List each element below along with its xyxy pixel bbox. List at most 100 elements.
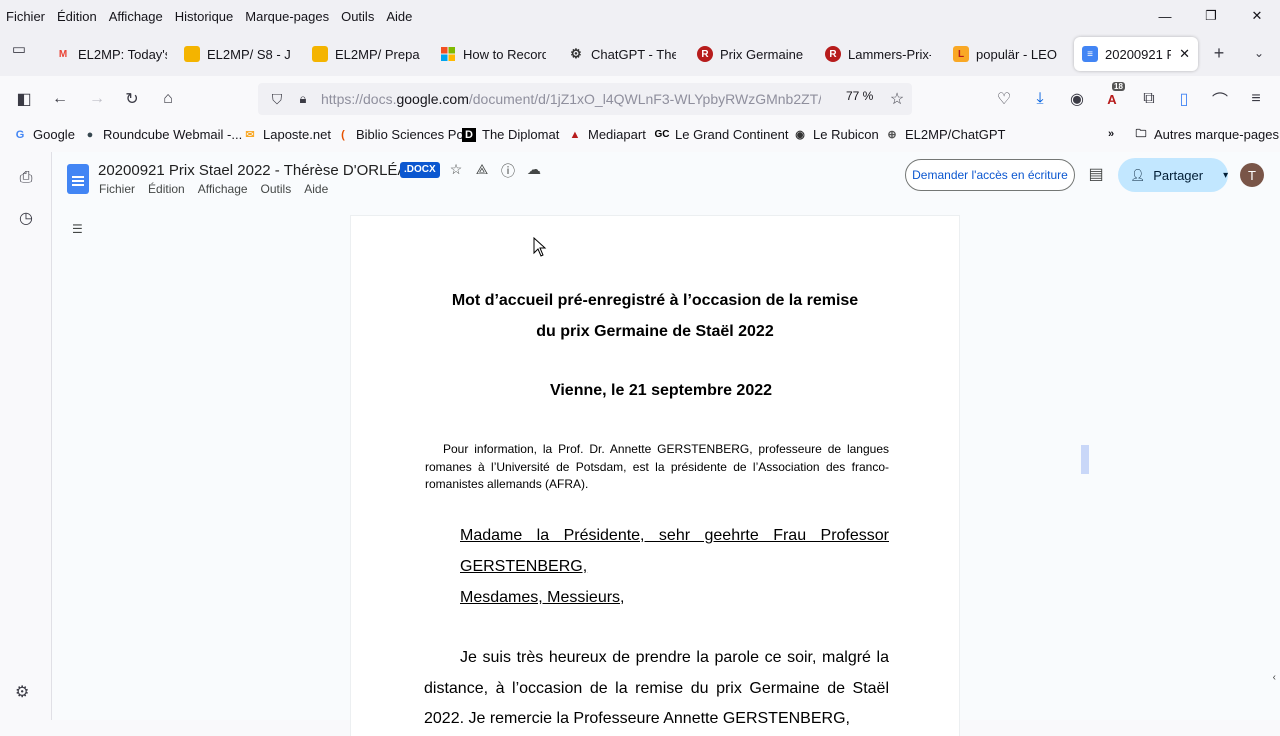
gmail-icon: M (58, 48, 68, 60)
dropdown-arrow-icon[interactable]: ▾ (1223, 170, 1228, 181)
reload-icon[interactable]: ↻ (121, 88, 143, 110)
docs-logo-icon[interactable] (67, 164, 89, 194)
close-window-icon[interactable]: ✕ (1234, 0, 1280, 32)
docs-menu-aide[interactable]: Aide (304, 182, 328, 196)
menu-aide[interactable]: Aide (380, 9, 418, 24)
address-bar[interactable]: ⛉ 🔒︎ https://docs.google.com/document/d/… (258, 83, 912, 115)
site-r-icon: R (697, 46, 713, 62)
history-icon[interactable]: ◷ (14, 206, 38, 230)
extension-asp-icon[interactable]: A 18 (1101, 82, 1125, 110)
download-icon[interactable]: ⤓ (1029, 88, 1051, 110)
google-icon: G (15, 128, 25, 141)
slides-icon (184, 46, 200, 62)
browser-sidebar: ⎙ ◷ ⚙ (0, 152, 52, 720)
extensions-icon[interactable]: ⧉ (1138, 88, 1160, 110)
tab-leo[interactable]: L populär - LEO : (953, 37, 1057, 71)
avatar[interactable]: T (1240, 163, 1264, 187)
docs-menu-outils[interactable]: Outils (261, 182, 292, 196)
star-icon[interactable]: ☆ (448, 161, 464, 181)
menu-edition[interactable]: Édition (51, 9, 103, 24)
date-line: Vienne, le 21 septembre 2022 (549, 382, 773, 399)
tab-how-to-record[interactable]: How to Record (440, 37, 546, 71)
tab-chatgpt[interactable]: ⚙ ChatGPT - The (568, 37, 676, 71)
bookmark-sciencespo[interactable]: (Biblio Sciences Po (336, 127, 464, 142)
comment-icon[interactable]: ▤ (1086, 164, 1106, 184)
shield-icon[interactable]: ⛉ (266, 88, 288, 110)
chevron-down-icon[interactable]: ⌄ (1248, 42, 1270, 64)
synced-tabs-icon[interactable]: ⎙ (14, 166, 38, 190)
drive-icon[interactable]: ⟁ (474, 161, 490, 181)
bookmark-laposte[interactable]: ✉ Laposte.net (243, 127, 331, 142)
sidebar-toggle-icon[interactable]: ◧ (13, 88, 35, 110)
nav-toolbar: ◧ ← → ↻ ⌂ ⛉ 🔒︎ https://docs.google.com/d… (0, 76, 1280, 122)
new-tab-icon[interactable]: + (1208, 42, 1230, 64)
bookmark-roundcube[interactable]: ● Roundcube Webmail -... (83, 127, 243, 142)
tab-gmail[interactable]: M EL2MP: Today's (55, 37, 167, 71)
lock-icon[interactable]: 🔒︎ (292, 88, 314, 110)
tab-lammers[interactable]: R Lammers-Prix-C (825, 37, 931, 71)
docs-menu-affichage[interactable]: Affichage (198, 182, 248, 196)
scroll-arrow-icon[interactable]: ‹ (1273, 672, 1276, 683)
cloud-icon[interactable]: ☁ (526, 161, 542, 181)
zoom-level[interactable]: 77 % (846, 89, 873, 103)
request-edit-access-button[interactable]: Demander l'accès en écriture (905, 159, 1075, 191)
bookmark-google[interactable]: G Google (13, 127, 75, 142)
bookmark-other-folder[interactable]: 🗀︎ Autres marque-pages (1134, 127, 1280, 142)
docs-extension-icon[interactable]: ▯ (1173, 88, 1195, 110)
tab-overview-icon[interactable]: ▭ (8, 38, 30, 60)
menu-outils[interactable]: Outils (335, 9, 380, 24)
tab-prix-germaine[interactable]: R Prix Germaine d (697, 37, 805, 71)
document-title[interactable]: 20200921 Prix Stael 2022 - Thérèse D'ORL… (98, 162, 428, 179)
minimize-icon[interactable]: — (1142, 0, 1188, 32)
docs-icon: ≡ (1082, 46, 1098, 62)
app-menubar: Fichier Édition Affichage Historique Mar… (0, 0, 1280, 32)
bookmark-rubicon[interactable]: ◉ Le Rubicon (793, 127, 879, 142)
account-icon[interactable]: ◉ (1066, 88, 1088, 110)
mouse-cursor-icon (533, 237, 547, 257)
bookmark-diplomat[interactable]: D The Diplomat (462, 127, 559, 142)
bookmark-grand-continent[interactable]: GC Le Grand Continent (654, 127, 789, 142)
docs-header: 20200921 Prix Stael 2022 - Thérèse D'ORL… (52, 152, 1280, 212)
bookmark-chatgpt[interactable]: ⊕ EL2MP/ChatGPT (885, 127, 1005, 142)
globe-icon: ⊕ (887, 129, 897, 141)
bookmarks-overflow[interactable]: » (1104, 127, 1124, 141)
salutation-line-3: Mesdames, Messieurs, (460, 589, 625, 606)
menu-fichier[interactable]: Fichier (0, 9, 51, 24)
restore-icon[interactable]: ❐ (1188, 0, 1234, 32)
close-tab-icon[interactable]: ✕ (1179, 46, 1190, 62)
leo-icon: L (953, 46, 969, 62)
docs-menu-edition[interactable]: Édition (148, 182, 185, 196)
url-text[interactable]: https://docs.google.com/document/d/1jZ1x… (321, 91, 821, 107)
document-page[interactable]: Mot d’accueil pré-enregistré à l’occasio… (351, 216, 1089, 736)
menu-historique[interactable]: Historique (169, 9, 240, 24)
windows-icon (440, 46, 456, 62)
tab-slides-prepare[interactable]: EL2MP/ Prepari (312, 37, 420, 71)
laposte-icon: ✉ (245, 129, 255, 141)
outline-icon[interactable]: ☰ (72, 222, 83, 236)
mediapart-icon: ▲ (569, 128, 581, 141)
settings-icon[interactable]: ⚙ (15, 682, 29, 702)
share-button[interactable]: 👤︎ Partager ▾ (1118, 158, 1228, 192)
profile-ext-icon[interactable]: ⌒ (1209, 88, 1231, 110)
forward-icon[interactable]: → (86, 88, 108, 110)
home-icon[interactable]: ⌂ (157, 88, 179, 110)
pocket-icon[interactable]: ♡ (993, 88, 1015, 110)
bookmark-mediapart[interactable]: ▲ Mediapart (568, 127, 646, 142)
docs-app: 20200921 Prix Stael 2022 - Thérèse D'ORL… (52, 152, 1280, 736)
salutation-line-2: GERSTENBERG, (460, 558, 588, 575)
star-icon[interactable]: ☆ (886, 88, 908, 110)
info-icon[interactable]: ⓘ (500, 161, 516, 181)
diplomat-icon: D (462, 127, 476, 142)
menu-affichage[interactable]: Affichage (103, 9, 169, 24)
tab-strip: ▭ M EL2MP: Today's EL2MP/ S8 - Jar EL2MP… (0, 32, 1280, 76)
menu-marque-pages[interactable]: Marque-pages (239, 9, 335, 24)
tab-docs-active[interactable]: ≡ 20200921 Pri ✕ (1074, 37, 1198, 71)
body-paragraph: Je suis très heureux de prendre la parol… (424, 649, 889, 727)
docs-menu-fichier[interactable]: Fichier (99, 182, 135, 196)
tab-slides-s8[interactable]: EL2MP/ S8 - Jar (184, 37, 290, 71)
person-icon: 👤︎ (1130, 168, 1146, 182)
back-icon[interactable]: ← (49, 88, 71, 110)
hamburger-menu-icon[interactable]: ≡ (1245, 88, 1267, 110)
chatgpt-icon: ⚙ (570, 46, 582, 61)
legrandcontinent-icon: GC (654, 129, 670, 140)
